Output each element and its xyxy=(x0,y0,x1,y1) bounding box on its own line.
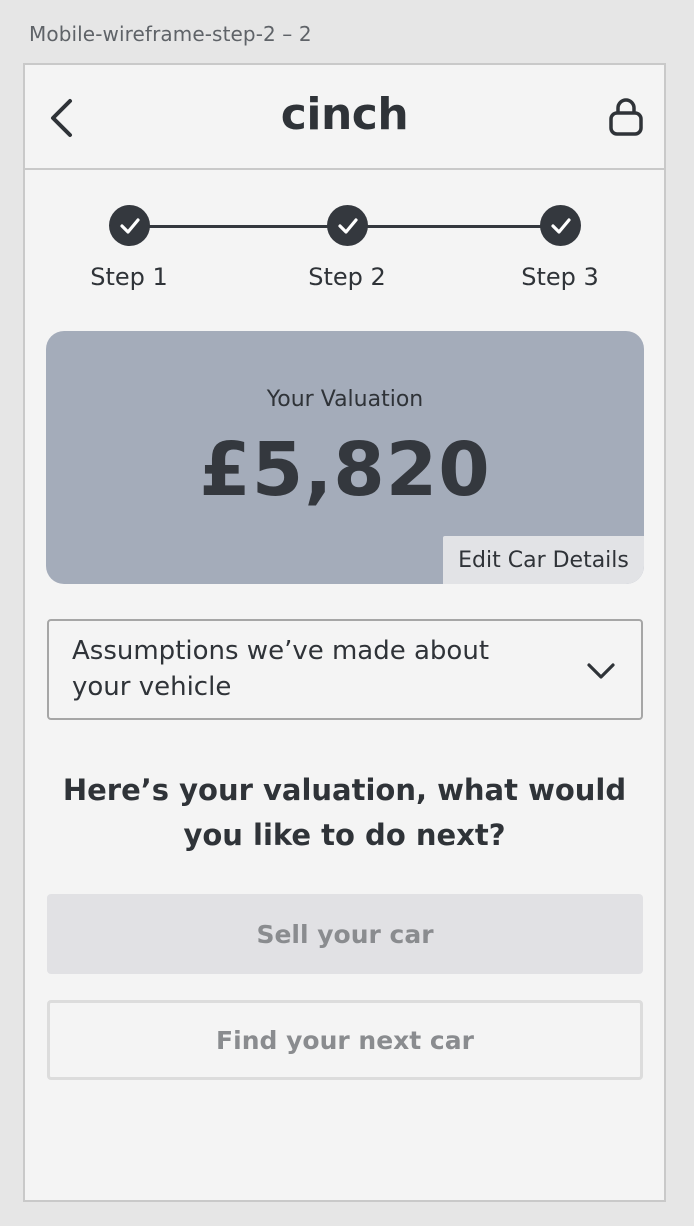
lock-icon xyxy=(609,98,643,136)
find-your-next-car-button[interactable]: Find your next car xyxy=(47,1000,643,1080)
sell-your-car-button[interactable]: Sell your car xyxy=(47,894,643,974)
valuation-card: Your Valuation £5,820 Edit Car Details xyxy=(46,331,644,584)
phone-frame: cinch Step 1 Step 2 Step 3 Your Valuatio… xyxy=(23,63,666,1202)
assumptions-label: Assumptions we’ve made about your vehicl… xyxy=(72,636,490,702)
edit-car-details-button[interactable]: Edit Car Details xyxy=(443,536,644,584)
lock-button[interactable] xyxy=(606,95,646,139)
chevron-down-icon xyxy=(587,663,615,679)
artboard-label: Mobile-wireframe-step-2 – 2 xyxy=(29,22,312,46)
app-header: cinch xyxy=(25,65,664,170)
step-1-complete-indicator xyxy=(109,205,150,246)
step-3-complete-indicator xyxy=(540,205,581,246)
checkmark-icon xyxy=(337,217,358,234)
step-3-label: Step 3 xyxy=(521,263,599,291)
step-2-label: Step 2 xyxy=(308,263,386,291)
valuation-amount: £5,820 xyxy=(199,427,491,513)
checkmark-icon xyxy=(550,217,571,234)
next-step-prompt: Here’s your valuation, what would you li… xyxy=(62,773,627,852)
step-2-complete-indicator xyxy=(327,205,368,246)
progress-stepper: Step 1 Step 2 Step 3 xyxy=(25,205,664,305)
brand-logo: cinch xyxy=(280,89,409,140)
step-1-label: Step 1 xyxy=(90,263,168,291)
assumptions-accordion[interactable]: Assumptions we’ve made about your vehicl… xyxy=(47,619,643,720)
valuation-label: Your Valuation xyxy=(266,387,424,412)
checkmark-icon xyxy=(119,217,140,234)
